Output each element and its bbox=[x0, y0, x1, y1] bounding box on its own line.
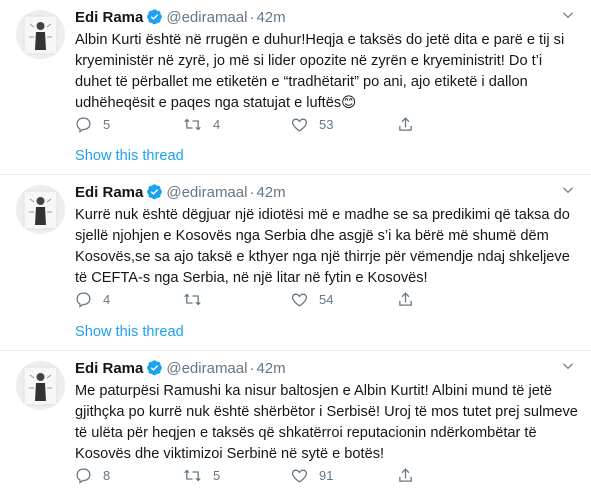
tweet-text: Albin Kurti është në rrugën e duhur!Heqj… bbox=[75, 32, 565, 111]
verified-badge-icon bbox=[146, 183, 163, 204]
caret-down-icon[interactable] bbox=[561, 359, 575, 377]
retweet-button[interactable]: 4 bbox=[183, 116, 220, 133]
retweet-icon bbox=[183, 116, 202, 133]
author-handle[interactable]: @ediramaal bbox=[166, 184, 247, 201]
like-count: 91 bbox=[319, 468, 334, 483]
reply-button[interactable]: 4 bbox=[75, 291, 110, 308]
reply-button[interactable]: 8 bbox=[75, 467, 110, 484]
tweet-text: Me paturpësi Ramushi ka nisur baltosjen … bbox=[75, 383, 578, 462]
reply-icon bbox=[75, 291, 92, 308]
like-icon bbox=[291, 291, 308, 308]
share-button[interactable] bbox=[397, 116, 414, 133]
retweet-button[interactable]: 5 bbox=[183, 467, 220, 484]
author-name[interactable]: Edi Rama bbox=[75, 9, 143, 26]
timestamp[interactable]: 42m bbox=[256, 184, 285, 201]
share-button[interactable] bbox=[397, 291, 414, 308]
reply-count: 8 bbox=[103, 468, 111, 483]
show-thread-link[interactable]: Show this thread bbox=[75, 148, 184, 164]
reply-count: 4 bbox=[103, 292, 111, 307]
retweet-count: 4 bbox=[213, 117, 221, 132]
share-icon bbox=[397, 467, 414, 484]
tweet[interactable]: Edi Rama @ediramaal · 42m Albin Kurti është… bbox=[0, 0, 591, 175]
reply-button[interactable]: 5 bbox=[75, 116, 110, 133]
avatar[interactable] bbox=[16, 185, 65, 234]
like-icon bbox=[291, 467, 308, 484]
share-icon bbox=[397, 116, 414, 133]
avatar[interactable] bbox=[16, 361, 65, 410]
timestamp[interactable]: 42m bbox=[256, 360, 285, 377]
author-handle[interactable]: @ediramaal bbox=[166, 360, 247, 377]
like-button[interactable]: 54 bbox=[291, 291, 333, 308]
reply-count: 5 bbox=[103, 117, 111, 132]
like-button[interactable]: 91 bbox=[291, 467, 333, 484]
reply-icon bbox=[75, 116, 92, 133]
like-button[interactable]: 53 bbox=[291, 116, 333, 133]
separator-dot: · bbox=[249, 184, 255, 201]
separator-dot: · bbox=[249, 9, 255, 26]
verified-badge-icon bbox=[146, 359, 163, 380]
tweet[interactable]: Edi Rama @ediramaal · 42m Kurrë nuk është d… bbox=[0, 175, 591, 351]
caret-down-icon[interactable] bbox=[561, 183, 575, 201]
tweet[interactable]: Edi Rama @ediramaal · 42m Me paturpësi Ramu… bbox=[0, 351, 591, 502]
like-count: 53 bbox=[319, 117, 334, 132]
show-thread-link[interactable]: Show this thread bbox=[75, 324, 184, 340]
retweet-icon bbox=[183, 291, 202, 308]
share-button[interactable] bbox=[397, 467, 414, 484]
verified-badge-icon bbox=[146, 8, 163, 29]
caret-down-icon[interactable] bbox=[561, 8, 575, 26]
avatar[interactable] bbox=[16, 10, 65, 59]
reply-icon bbox=[75, 467, 92, 484]
author-name[interactable]: Edi Rama bbox=[75, 360, 143, 377]
retweet-count: 5 bbox=[213, 468, 221, 483]
timestamp[interactable]: 42m bbox=[256, 9, 285, 26]
retweet-button[interactable] bbox=[183, 291, 213, 308]
share-icon bbox=[397, 291, 414, 308]
author-handle[interactable]: @ediramaal bbox=[166, 9, 247, 26]
like-count: 54 bbox=[319, 292, 334, 307]
like-icon bbox=[291, 116, 308, 133]
separator-dot: · bbox=[249, 360, 255, 377]
author-name[interactable]: Edi Rama bbox=[75, 184, 143, 201]
tweet-text: Kurrë nuk është dëgjuar një idiotësi më … bbox=[75, 207, 570, 286]
retweet-icon bbox=[183, 467, 202, 484]
